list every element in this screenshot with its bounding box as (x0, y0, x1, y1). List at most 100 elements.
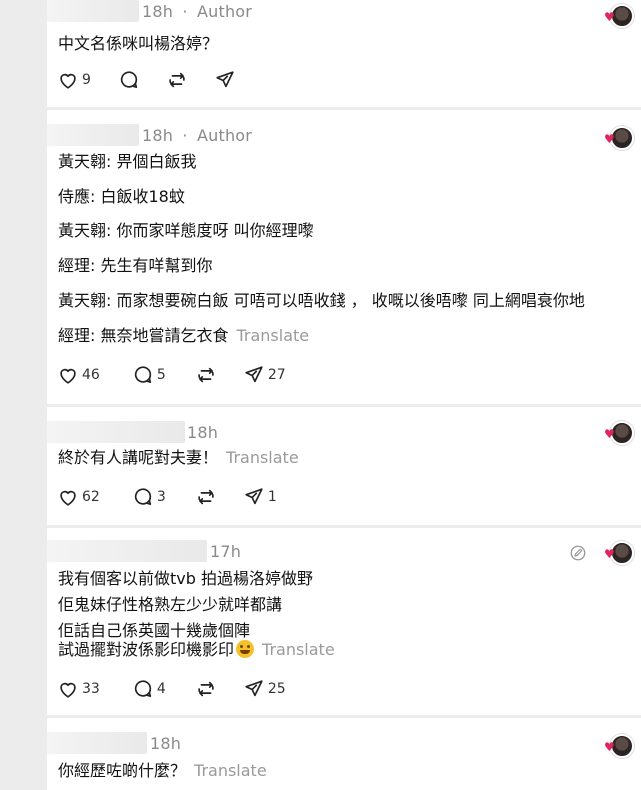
avatar[interactable]: ♥ (604, 126, 634, 150)
comment-line: 經理: 無奈地嘗請乞衣食 (58, 326, 229, 345)
reply-button[interactable]: 4 (132, 678, 171, 700)
like-button[interactable]: 46 (57, 364, 100, 386)
comment-meta: 17h (47, 540, 641, 562)
comment-line: 試過擺對波係影印機影印 (58, 640, 235, 659)
heart-icon (60, 682, 76, 698)
like-count: 46 (82, 367, 100, 383)
repost-icon (198, 367, 214, 383)
repost-icon (169, 72, 185, 88)
avatar[interactable]: ♥ (604, 421, 634, 445)
share-button[interactable]: 1 (243, 486, 282, 508)
heart-badge-icon: ♥ (604, 547, 615, 561)
share-count: 27 (267, 367, 286, 383)
timestamp: 17h (210, 542, 242, 561)
comment-card: 18h · Author ♥ 中文名係咪叫楊洛婷？ 9 (47, 0, 641, 107)
share-icon (245, 680, 263, 697)
share-count: 25 (267, 681, 286, 697)
comment-card: 18h ♥ 終於有人講呢對夫妻！ Translate 62 3 1 (47, 407, 641, 525)
translate-link[interactable]: Translate (194, 761, 267, 780)
translate-link[interactable]: Translate (262, 640, 335, 659)
comment-line: 黃天翱: 你而家咩態度呀 叫你經理嚟 (58, 221, 314, 240)
share-button[interactable]: 27 (243, 364, 286, 386)
translate-link[interactable]: Translate (226, 448, 299, 467)
comment-meta-text: 18h · Author (142, 126, 252, 145)
username-redacted[interactable] (47, 0, 139, 22)
heart-badge-icon: ♥ (604, 132, 615, 146)
reply-button[interactable]: 3 (132, 486, 171, 508)
comment-icon (120, 71, 138, 88)
repost-button[interactable] (195, 678, 217, 700)
heart-icon (60, 368, 76, 384)
repost-button[interactable] (166, 69, 188, 91)
heart-badge-icon: ♥ (604, 427, 615, 441)
comment-last-line: 試過擺對波係影印機影印 Translate (58, 639, 335, 661)
comment-line: 我有個客以前做tvb 拍過楊洛婷做野 (58, 569, 313, 588)
repost-icon (198, 489, 214, 505)
comment-last-line: 經理: 無奈地嘗請乞衣食 Translate (58, 325, 309, 347)
timestamp: 18h (150, 734, 182, 753)
repost-button[interactable] (195, 486, 217, 508)
like-count: 62 (82, 489, 100, 505)
separator: · (182, 2, 188, 21)
share-icon (216, 71, 234, 88)
timestamp: 18h (142, 2, 174, 21)
comment-line: 佢鬼妹仔性格熟左少少就咩都講 (58, 595, 283, 614)
share-count: 1 (267, 489, 277, 505)
comment-line: 侍應: 白飯收18蚊 (58, 187, 185, 206)
edit-icon[interactable] (569, 544, 587, 562)
comment-text: 終於有人講呢對夫妻！ (58, 448, 219, 467)
reply-count: 4 (156, 681, 166, 697)
share-button[interactable] (214, 69, 236, 91)
comment-meta: 18h · Author (47, 124, 641, 146)
heart-icon (60, 73, 76, 89)
username-redacted[interactable] (47, 124, 139, 146)
like-count: 9 (82, 72, 91, 88)
grinning-emoji-icon (236, 640, 255, 658)
like-button[interactable]: 62 (57, 486, 100, 508)
comment-text: 中文名係咪叫楊洛婷？ (58, 34, 219, 53)
heart-icon (60, 490, 76, 506)
comment-actions: 33 4 25 (57, 677, 300, 701)
heart-badge-icon: ♥ (604, 10, 615, 24)
comment-actions: 62 3 1 (57, 485, 296, 509)
timestamp: 18h (187, 423, 219, 442)
share-icon (245, 366, 263, 383)
comment-line: 經理: 先生有咩幫到你 (58, 256, 213, 275)
comment-meta-text: 18h · Author (142, 2, 252, 21)
timestamp: 18h (142, 126, 174, 145)
like-count: 33 (82, 681, 100, 697)
reply-button[interactable]: 5 (132, 364, 171, 386)
comment-last-line: 你經歷咗啲什麼？ Translate (58, 760, 267, 782)
avatar[interactable]: ♥ (604, 541, 634, 565)
like-button[interactable]: 9 (57, 69, 96, 91)
username-redacted[interactable] (47, 421, 185, 443)
comment-last-line: 終於有人講呢對夫妻！ Translate (58, 447, 299, 469)
comment-actions: 46 5 27 (57, 363, 300, 387)
comment-meta: 18h · Author (47, 0, 641, 22)
username-redacted[interactable] (47, 540, 207, 562)
reply-count: 5 (156, 367, 166, 383)
separator: · (182, 126, 188, 145)
comment-icon (134, 680, 151, 697)
comment-actions: 9 (57, 68, 262, 92)
username-redacted[interactable] (47, 732, 147, 754)
reply-count: 3 (156, 489, 166, 505)
comment-meta: 18h (47, 732, 641, 754)
avatar[interactable]: ♥ (604, 734, 634, 758)
reply-button[interactable] (118, 69, 140, 91)
avatar[interactable]: ♥ (604, 4, 634, 28)
heart-badge-icon: ♥ (604, 740, 615, 754)
like-button[interactable]: 33 (57, 678, 100, 700)
repost-button[interactable] (195, 364, 217, 386)
author-tag: Author (197, 126, 253, 145)
repost-icon (198, 681, 214, 697)
comment-line: 黃天翱: 而家想要碗白飯 可唔可以唔收錢 ， 收嘅以後唔嚟 同上網唱衰你地 (58, 291, 585, 310)
comment-card: 17h ♥ 我有個客以前做tvb 拍過楊洛婷做野 佢鬼妹仔性格熟左少少就咩都講 … (47, 528, 641, 715)
translate-link[interactable]: Translate (236, 326, 309, 345)
comment-icon (134, 366, 151, 383)
author-tag: Author (197, 2, 253, 21)
share-button[interactable]: 25 (243, 678, 286, 700)
comment-icon (134, 488, 151, 505)
comment-card: 18h · Author ♥ 黃天翱: 畀個白飯我 侍應: 白飯收18蚊 黃天翱… (47, 110, 641, 404)
comment-text: 你經歷咗啲什麼？ (58, 761, 187, 780)
